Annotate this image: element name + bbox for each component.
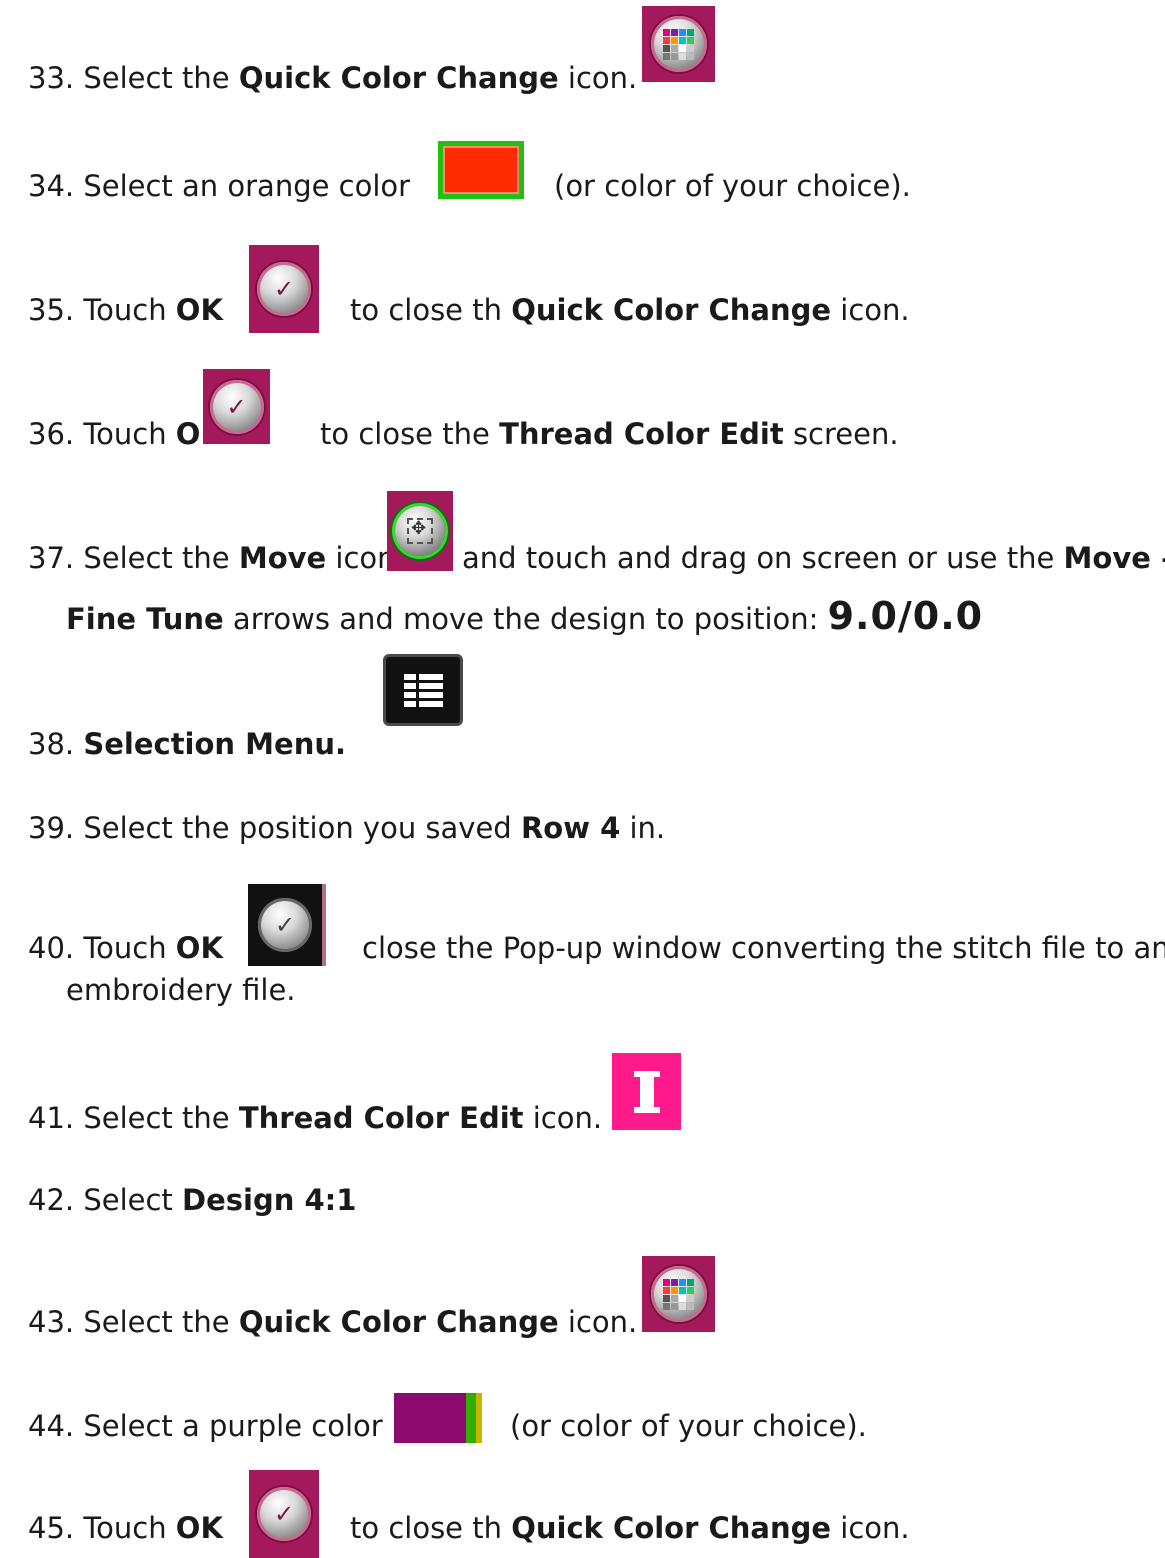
thread-spool-icon[interactable] — [612, 1053, 681, 1130]
step-34-tail: (or color of your choice). — [554, 169, 911, 203]
step-40: 40. Touch OK — [28, 931, 223, 965]
ok-check-icon[interactable]: ✓ — [248, 884, 326, 966]
step-45-tail: to close th Quick Color Change icon. — [350, 1511, 910, 1545]
move-icon[interactable] — [387, 491, 453, 571]
ok-check-icon[interactable]: ✓ — [203, 369, 270, 444]
step-36-tail: to close the Thread Color Edit screen. — [320, 417, 899, 451]
ok-check-icon[interactable]: ✓ — [249, 1470, 319, 1558]
step-34: 34. Select an orange color — [28, 169, 411, 203]
color-grid-glyph — [663, 1278, 694, 1310]
selection-menu-icon[interactable] — [383, 654, 463, 726]
step-45: 45. Touch OK — [28, 1511, 223, 1545]
step-42: 42. Select Design 4:1 — [28, 1183, 357, 1217]
step-37-line2: Fine Tune arrows and move the design to … — [66, 594, 984, 638]
step-37: 37. Select the Move icon — [28, 541, 396, 575]
step-36: 36. Touch OK — [28, 417, 223, 451]
step-33: 33. Select the Quick Color Change icon. — [28, 61, 638, 95]
quick-color-change-icon[interactable] — [642, 6, 715, 82]
step-44: 44. Select a purple color — [28, 1409, 383, 1443]
step-41: 41. Select the Thread Color Edit icon. — [28, 1101, 603, 1135]
step-39: 39. Select the position you saved Row 4 … — [28, 811, 666, 845]
step-38: 38. Selection Menu. — [28, 727, 347, 761]
ok-check-icon[interactable]: ✓ — [249, 245, 319, 333]
step-43: 43. Select the Quick Color Change icon. — [28, 1305, 638, 1339]
step-40-tail: close the Pop-up window converting the s… — [362, 931, 1165, 965]
purple-color-swatch[interactable] — [394, 1393, 482, 1443]
step-37-tail: and touch and drag on screen or use the … — [462, 541, 1165, 575]
color-grid-glyph — [663, 28, 694, 60]
orange-color-swatch[interactable] — [438, 141, 524, 199]
step-40-line2: embroidery file. — [66, 973, 296, 1007]
step-44-tail: (or color of your choice). — [510, 1409, 867, 1443]
step-35-tail: to close th Quick Color Change icon. — [350, 293, 910, 327]
step-35: 35. Touch OK — [28, 293, 223, 327]
quick-color-change-icon[interactable] — [642, 1256, 715, 1332]
